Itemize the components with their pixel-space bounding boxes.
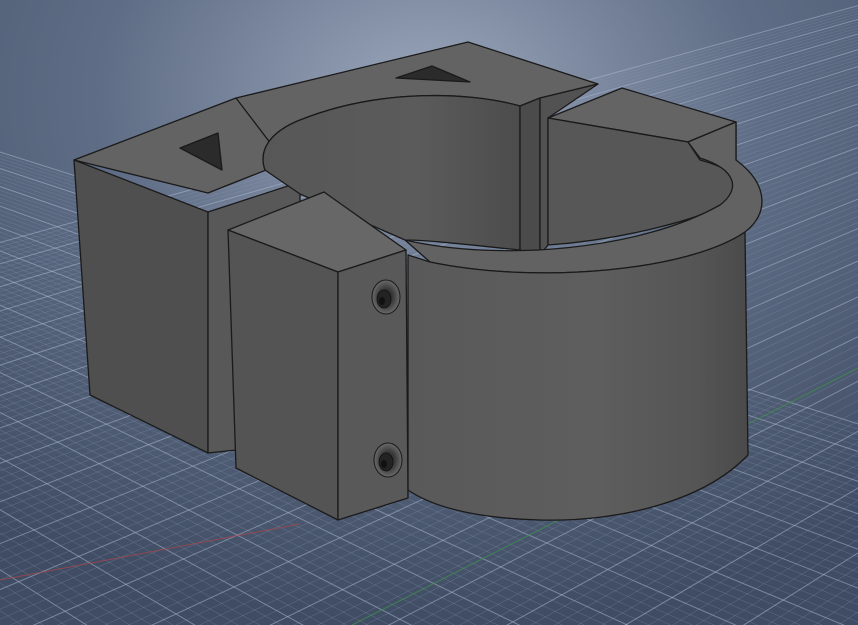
countersunk-hole-upper[interactable] (371, 279, 401, 315)
countersunk-hole-lower[interactable] (373, 442, 403, 478)
cad-3d-viewport[interactable] (0, 0, 858, 625)
slot-gap-face (519, 97, 541, 256)
ring-outer-wall (407, 231, 749, 521)
scene-canvas[interactable] (0, 0, 858, 625)
